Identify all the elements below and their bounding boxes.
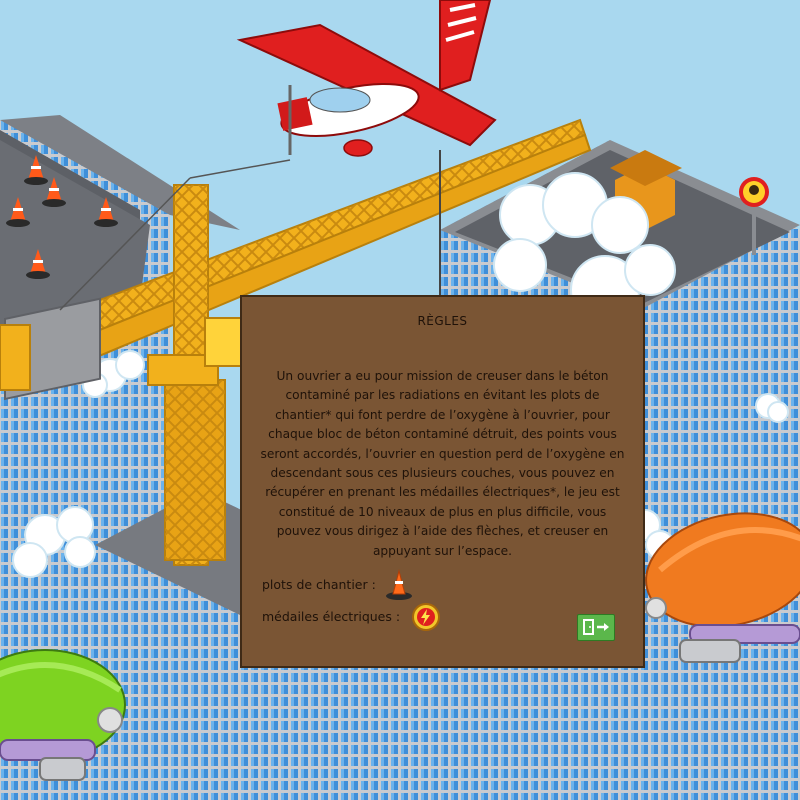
rules-text: Un ouvrier a eu pour mission de creuser … xyxy=(260,369,625,558)
electric-medal-icon xyxy=(412,603,440,631)
exit-button[interactable] xyxy=(577,614,615,641)
exit-door-icon xyxy=(583,619,609,635)
rules-dialog: RÈGLES Un ouvrier a eu pour mission de c… xyxy=(240,295,645,668)
rules-title: RÈGLES xyxy=(417,314,468,328)
legend-medal-label: médailes électriques : xyxy=(262,609,401,624)
legend-cone-label: plots de chantier : xyxy=(262,577,376,592)
traffic-cone-icon xyxy=(386,569,412,600)
